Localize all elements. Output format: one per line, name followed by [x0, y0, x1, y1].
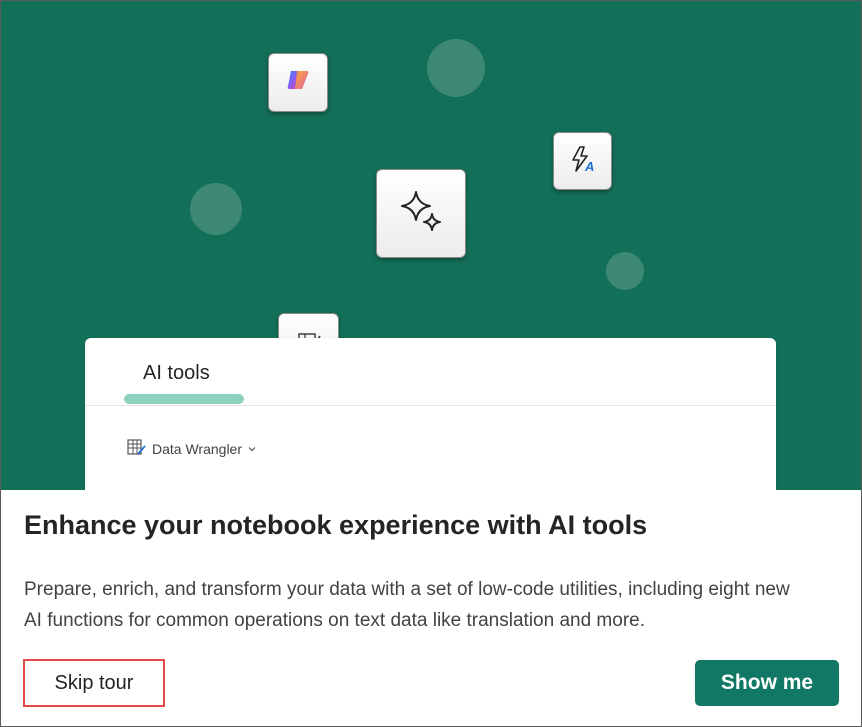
- decorative-bubble: [606, 252, 644, 290]
- hero-illustration: A AI tools Data Wrangler: [1, 1, 861, 490]
- ai-functions-tile: A: [553, 132, 612, 190]
- data-wrangler-label: Data Wrangler: [152, 440, 243, 457]
- tour-dialog: A AI tools Data Wrangler Enhance your no…: [0, 0, 862, 727]
- copilot-tile: [268, 53, 328, 112]
- tour-content: Enhance your notebook experience with AI…: [1, 490, 861, 726]
- dialog-description: Prepare, enrich, and transform your data…: [24, 579, 790, 631]
- decorative-bubble: [427, 39, 485, 97]
- show-me-button[interactable]: Show me: [695, 660, 839, 706]
- skip-tour-button[interactable]: Skip tour: [23, 659, 165, 707]
- ai-tools-card: AI tools Data Wrangler: [85, 338, 776, 490]
- data-wrangler-dropdown: Data Wrangler: [126, 437, 257, 460]
- tab-underline: [124, 394, 244, 404]
- copilot-icon: [285, 67, 311, 98]
- ai-tools-tab: AI tools: [143, 362, 210, 384]
- data-wrangler-icon: [126, 437, 146, 460]
- chevron-down-icon: [247, 441, 257, 457]
- lightning-a-icon: A: [568, 144, 598, 179]
- divider: [85, 405, 776, 406]
- svg-text:A: A: [584, 159, 594, 174]
- sparkle-icon: [398, 188, 444, 239]
- sparkle-tile: [376, 169, 466, 258]
- decorative-bubble: [190, 183, 242, 235]
- dialog-title: Enhance your notebook experience with AI…: [24, 510, 648, 540]
